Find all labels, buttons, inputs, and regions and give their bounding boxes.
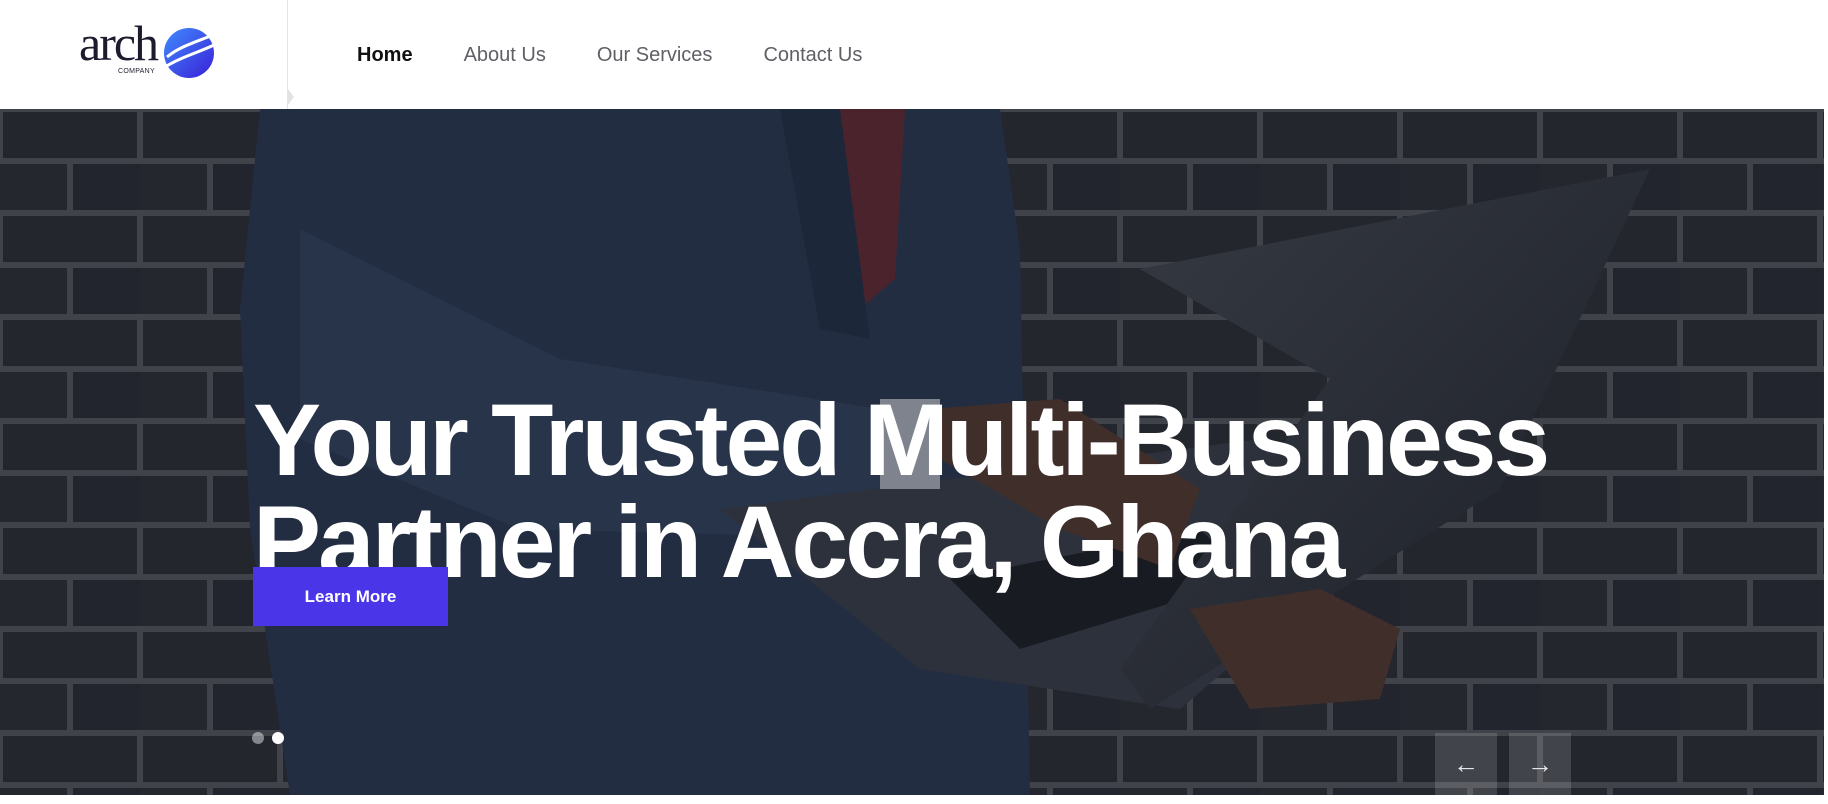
hero-title-line-1: Your Trusted Multi-Business <box>253 383 1550 498</box>
nav-item-home[interactable]: Home <box>357 45 413 65</box>
hero-title: Your Trusted Multi-Business Partner in A… <box>253 389 1653 593</box>
hero-title-line-2: Partner in Accra, Ghana <box>253 485 1345 600</box>
nav-item-our-services[interactable]: Our Services <box>597 45 713 65</box>
logo[interactable]: arch COMPANY <box>0 0 288 109</box>
main-nav: Home About Us Our Services Contact Us <box>357 0 913 109</box>
slider-next-button[interactable]: → <box>1509 733 1571 795</box>
logo-wordmark: arch <box>79 15 159 71</box>
arrow-left-icon: ← <box>1453 748 1479 779</box>
slider-dot-1[interactable] <box>252 732 264 744</box>
logo-mark-icon <box>164 28 215 78</box>
slider-pagination <box>252 732 284 744</box>
nav-item-contact-us[interactable]: Contact Us <box>763 45 862 65</box>
nav-item-about-us[interactable]: About Us <box>464 45 546 65</box>
slider-prev-button[interactable]: ← <box>1435 733 1497 795</box>
header-divider-notch <box>288 89 294 105</box>
page-edge-right <box>1824 109 1828 804</box>
site-header: arch COMPANY Home About Us Our Services … <box>0 0 1828 109</box>
learn-more-button[interactable]: Learn More <box>253 567 448 626</box>
page-edge-bottom <box>0 795 1828 804</box>
slider-dot-2-active[interactable] <box>272 732 284 744</box>
hero-slider: Your Trusted Multi-Business Partner in A… <box>0 109 1824 795</box>
arrow-right-icon: → <box>1527 748 1553 779</box>
logo-tagline: COMPANY <box>118 68 155 75</box>
